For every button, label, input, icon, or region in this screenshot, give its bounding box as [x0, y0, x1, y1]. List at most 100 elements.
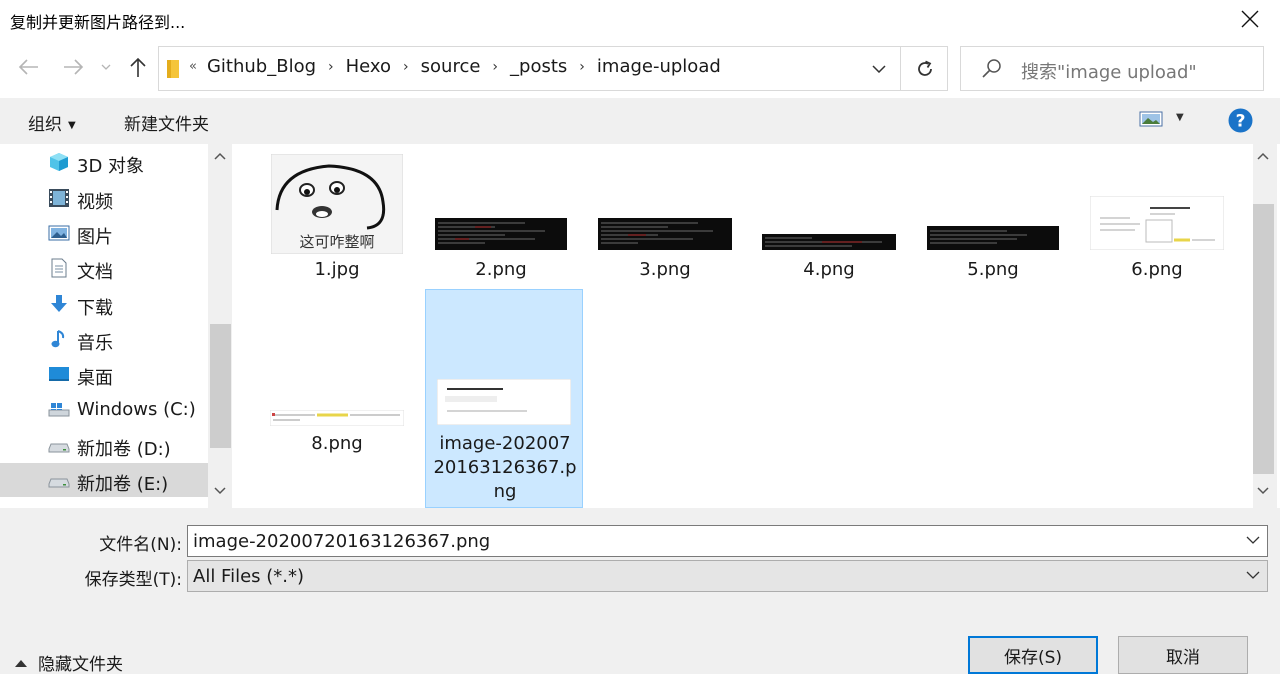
- address-dropdown-button[interactable]: [859, 48, 899, 89]
- organize-menu-button[interactable]: 组织 ▼: [28, 110, 76, 135]
- file-list: 这可咋整啊 1.jpg 2.png 3.png 4.png 5.png 6.pn…: [232, 144, 1250, 508]
- file-thumbnail: [1078, 144, 1236, 250]
- breadcrumb-separator-icon[interactable]: ›: [328, 59, 334, 75]
- address-bar[interactable]: « Github_Blog › Hexo › source › _posts ›…: [158, 46, 948, 91]
- breadcrumb-item[interactable]: image-upload: [597, 56, 721, 77]
- save-button[interactable]: 保存(S): [968, 636, 1098, 674]
- scroll-up-icon[interactable]: [214, 152, 226, 160]
- breadcrumb-item[interactable]: Github_Blog: [207, 56, 316, 77]
- back-arrow-icon: [18, 59, 38, 75]
- search-box[interactable]: 搜索"image upload": [960, 46, 1264, 91]
- search-icon: [982, 59, 1001, 78]
- breadcrumb-separator-icon[interactable]: ›: [403, 59, 409, 75]
- close-button[interactable]: [1230, 2, 1270, 36]
- file-item[interactable]: 这可咋整啊 1.jpg: [258, 144, 416, 290]
- sidebar-item-desktop[interactable]: 桌面: [0, 357, 208, 391]
- 3d-objects-icon: [50, 153, 68, 171]
- svg-text:?: ?: [1236, 112, 1246, 132]
- help-button[interactable]: ?: [1228, 108, 1253, 137]
- filetype-row: 保存类型(T): All Files (*.*): [0, 560, 1280, 594]
- caret-down-icon: ▼: [68, 120, 76, 131]
- up-button[interactable]: [124, 53, 152, 81]
- sidebar-item-music[interactable]: 音乐: [0, 322, 208, 356]
- forward-arrow-icon: [64, 59, 84, 75]
- recent-locations-button[interactable]: [96, 53, 116, 81]
- toolbar: 组织 ▼ 新建文件夹 ▼: [0, 98, 1280, 144]
- file-name: 2.png: [475, 259, 527, 280]
- forward-button[interactable]: [60, 53, 88, 81]
- sidebar-item-drive-c[interactable]: Windows (C:): [0, 392, 208, 426]
- search-input[interactable]: 搜索"image upload": [1021, 58, 1197, 84]
- file-thumbnail: [750, 144, 908, 250]
- file-thumbnail: [422, 144, 580, 250]
- sidebar-item-downloads[interactable]: 下载: [0, 287, 208, 321]
- drive-icon: [48, 443, 70, 453]
- scroll-down-icon[interactable]: [214, 487, 226, 495]
- file-item[interactable]: 3.png: [586, 144, 744, 290]
- sidebar-item-drive-e[interactable]: 新加卷 (E:): [0, 463, 208, 497]
- sidebar-item-3d-objects[interactable]: 3D 对象: [0, 145, 208, 179]
- sidebar-item-label: 桌面: [77, 368, 113, 389]
- file-thumbnail: [425, 315, 583, 425]
- cancel-button[interactable]: 取消: [1118, 636, 1248, 674]
- filename-row: 文件名(N): image-20200720163126367.png: [0, 525, 1280, 559]
- scroll-up-icon[interactable]: [1257, 152, 1269, 160]
- refresh-icon: [917, 60, 932, 76]
- scrollbar-thumb[interactable]: [210, 324, 231, 448]
- new-folder-button[interactable]: 新建文件夹: [124, 110, 209, 135]
- breadcrumb-item[interactable]: Hexo: [346, 56, 391, 77]
- sidebar-item-drive-d[interactable]: 新加卷 (D:): [0, 428, 208, 462]
- sidebar-item-pictures[interactable]: 图片: [0, 216, 208, 250]
- scroll-down-icon[interactable]: [1257, 487, 1269, 495]
- sidebar-item-label: 下载: [77, 298, 113, 319]
- download-icon: [51, 295, 67, 312]
- video-icon: [49, 189, 69, 207]
- filetype-select[interactable]: All Files (*.*): [187, 560, 1268, 592]
- refresh-button[interactable]: [900, 47, 948, 90]
- file-name: 5.png: [967, 259, 1019, 280]
- file-name: 4.png: [803, 259, 855, 280]
- chevron-down-icon: [101, 64, 111, 70]
- breadcrumb-separator-icon[interactable]: ›: [492, 59, 498, 75]
- file-item[interactable]: 6.png: [1078, 144, 1236, 290]
- help-icon: ?: [1228, 108, 1253, 133]
- file-name: 6.png: [1131, 259, 1183, 280]
- file-list-scrollbar[interactable]: [1250, 144, 1280, 508]
- filetype-label: 保存类型(T):: [84, 570, 182, 590]
- file-thumbnail: [914, 144, 1072, 250]
- chevron-down-icon: [1246, 571, 1260, 579]
- file-item-selected[interactable]: image-202007 20163126367.p ng: [425, 289, 583, 508]
- file-name: 1.jpg: [314, 259, 360, 280]
- breadcrumb-overflow[interactable]: «: [189, 59, 197, 74]
- breadcrumb-separator-icon[interactable]: ›: [579, 59, 585, 75]
- music-icon: [51, 330, 65, 348]
- view-options-button[interactable]: [1139, 110, 1163, 132]
- file-item[interactable]: 4.png: [750, 144, 908, 290]
- sidebar-item-label: 新加卷 (D:): [77, 439, 171, 460]
- chevron-down-icon[interactable]: [1246, 536, 1260, 544]
- up-arrow-icon: [130, 57, 146, 77]
- navigation-pane: 3D 对象 视频 图片 文档 下载 音乐 桌面 Windows (C:) 新加卷…: [0, 144, 232, 508]
- sidebar-item-documents[interactable]: 文档: [0, 251, 208, 285]
- back-button[interactable]: [14, 53, 42, 81]
- breadcrumb-item[interactable]: _posts: [510, 56, 567, 77]
- sidebar-item-label: 文档: [77, 262, 113, 283]
- file-item[interactable]: 8.png: [258, 290, 416, 462]
- hide-folders-button[interactable]: 隐藏文件夹: [14, 650, 123, 674]
- caret-down-icon[interactable]: ▼: [1176, 112, 1184, 123]
- file-item[interactable]: 2.png: [422, 144, 580, 290]
- filetype-value: All Files (*.*): [193, 566, 305, 587]
- file-item[interactable]: 5.png: [914, 144, 1072, 290]
- sidebar-item-videos[interactable]: 视频: [0, 181, 208, 215]
- view-icon: [1139, 111, 1163, 127]
- collapse-triangle-icon: [15, 659, 27, 667]
- sidebar-scrollbar[interactable]: [208, 144, 232, 508]
- scrollbar-thumb[interactable]: [1253, 204, 1274, 474]
- title-bar: 复制并更新图片路径到...: [0, 0, 1280, 38]
- filename-value: image-20200720163126367.png: [193, 531, 491, 552]
- chevron-down-icon: [872, 64, 886, 73]
- breadcrumb-item[interactable]: source: [421, 56, 481, 77]
- filename-label: 文件名(N):: [99, 535, 182, 555]
- desktop-icon: [49, 367, 69, 381]
- filename-input[interactable]: image-20200720163126367.png: [187, 525, 1268, 557]
